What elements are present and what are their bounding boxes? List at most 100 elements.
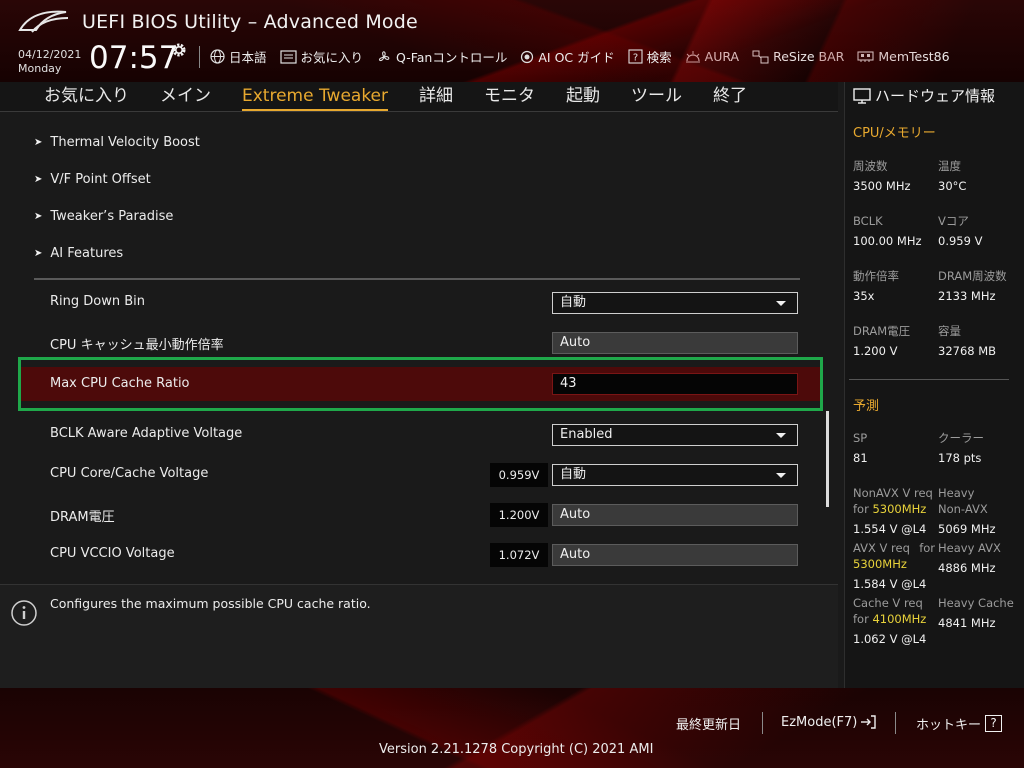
version-text: Version 2.21.1278 Copyright (C) 2021 AMI [379, 742, 654, 757]
hw-value-heavy-nonavx: 5069 MHz [938, 522, 996, 536]
submenu-arrow-icon: ➤ [34, 174, 43, 185]
dram-voltage-field[interactable]: Auto [552, 504, 798, 526]
cpu-cache-min-ratio-field[interactable]: Auto [552, 332, 798, 354]
submenu-arrow-icon: ➤ [34, 137, 43, 148]
hw-value-dram-voltage: 1.200 V [853, 344, 898, 358]
hardware-info-title-text: ハードウェア情報 [875, 87, 996, 105]
hw-value-capacity: 32768 MB [938, 344, 997, 358]
avx-label-line1: AVX V req [853, 541, 910, 555]
cpu-memory-section-title: CPU/メモリー [853, 126, 936, 141]
cache-label-line1: Cache V req [853, 596, 923, 610]
submenu-tweakers-paradise[interactable]: ➤ Tweaker’s Paradise [34, 209, 173, 224]
setting-row-cpu-vccio-voltage[interactable]: CPU VCCIO Voltage 1.072V Auto [0, 537, 820, 571]
nonavx-label-line2: for [853, 501, 869, 516]
hw-label-frequency: 周波数 [853, 159, 888, 173]
monitor-icon [853, 87, 871, 104]
cpu-core-cache-voltage-dropdown[interactable]: 自動 [552, 464, 798, 486]
toolbar-aura[interactable]: AURA [685, 49, 739, 64]
date-display: 04/12/2021 Monday [18, 48, 81, 76]
setting-label: CPU VCCIO Voltage [50, 546, 175, 561]
hw-label-nonavx-vreq: NonAVX V req for 5300MHz [853, 486, 933, 517]
cpu-vccio-voltage-field[interactable]: Auto [552, 544, 798, 566]
cpu-vccio-voltage-readout: 1.072V [490, 543, 548, 567]
tab-extreme-tweaker[interactable]: Extreme Tweaker [242, 83, 389, 111]
favorites-icon [279, 49, 297, 64]
hw-label-sp: SP [853, 431, 868, 445]
toolbar-label: お気に入り [300, 50, 364, 65]
toolbar-memtest[interactable]: MemTest86 [857, 49, 950, 64]
gear-icon[interactable] [171, 42, 187, 58]
toolbar-label: Q-Fanコントロール [396, 50, 508, 65]
toolbar-language[interactable]: 日本語 [210, 47, 267, 66]
aura-icon [685, 50, 700, 62]
toolbar-ai-oc[interactable]: AI OC ガイド [520, 47, 615, 66]
memtest-icon [857, 51, 874, 62]
hw-label-heavy-nonavx: Heavy Non-AVX [938, 486, 988, 517]
toolbar-favorites[interactable]: お気に入り [279, 47, 364, 66]
footer-separator [895, 712, 896, 734]
rog-logo-icon [18, 10, 69, 33]
submenu-ai-features[interactable]: ➤ AI Features [34, 246, 123, 261]
toolbar-search[interactable]: ? 検索 [628, 47, 672, 66]
dram-voltage-readout: 1.200V [490, 503, 548, 527]
last-modified-button[interactable]: 最終更新日 [676, 714, 741, 733]
setting-row-cpu-core-cache-voltage[interactable]: CPU Core/Cache Voltage 0.959V 自動 [0, 457, 820, 491]
toolbar-label: AURA [704, 49, 740, 64]
tab-boot[interactable]: 起動 [566, 83, 600, 111]
last-modified-label: 最終更新日 [676, 718, 742, 733]
setting-row-dram-voltage[interactable]: DRAM電圧 1.200V Auto [0, 497, 820, 531]
settings-scrollbar[interactable] [826, 411, 829, 507]
hw-label-heavy-cache: Heavy Cache [938, 596, 1014, 610]
setting-row-bclk-aware-adaptive-voltage[interactable]: BCLK Aware Adaptive Voltage Enabled [0, 417, 820, 451]
svg-text:?: ? [632, 53, 637, 64]
header-separator [199, 46, 200, 68]
submenu-label: Thermal Velocity Boost [50, 135, 200, 150]
submenu-vf-point-offset[interactable]: ➤ V/F Point Offset [34, 172, 151, 187]
hardware-info-panel: ハードウェア情報 CPU/メモリー 周波数 3500 MHz 温度 30°C B… [844, 82, 1024, 688]
submenu-arrow-icon: ➤ [34, 248, 43, 259]
date-text: 04/12/2021 [18, 48, 82, 61]
hw-label-dram-voltage: DRAM電圧 [853, 324, 911, 338]
avx-label-for: for [919, 541, 935, 555]
globe-icon [210, 49, 225, 64]
hotkeys-button[interactable]: ホットキー ? [916, 714, 1003, 733]
tab-bar: お気に入り メイン Extreme Tweaker 詳細 モニタ 起動 ツール … [44, 83, 778, 111]
dropdown-value: Enabled [560, 427, 613, 442]
tab-monitor[interactable]: モニタ [484, 83, 535, 111]
toolbar-label: 日本語 [229, 50, 267, 65]
resize-bar-icon [752, 50, 769, 64]
hw-label-dram-frequency: DRAM周波数 [938, 269, 1007, 283]
tab-exit[interactable]: 終了 [713, 83, 747, 111]
setting-row-max-cpu-cache-ratio[interactable]: Max CPU Cache Ratio 43 [20, 367, 820, 401]
bclk-aware-adaptive-voltage-dropdown[interactable]: Enabled [552, 424, 798, 446]
hw-value-bclk: 100.00 MHz [853, 234, 922, 248]
setting-row-cpu-cache-min-ratio[interactable]: CPU キャッシュ最小動作倍率 Auto [0, 325, 820, 359]
footer: 最終更新日 EzMode(F7) ホットキー ? Version 2.21.12… [0, 688, 1024, 768]
max-cpu-cache-ratio-input[interactable]: 43 [552, 373, 798, 395]
tab-advanced[interactable]: 詳細 [419, 83, 453, 111]
dropdown-value: 自動 [560, 295, 587, 310]
toolbar-resize-bar[interactable]: ReSize BAR [752, 49, 844, 64]
submenu-thermal-velocity-boost[interactable]: ➤ Thermal Velocity Boost [34, 135, 200, 150]
setting-row-ring-down-bin[interactable]: Ring Down Bin 自動 [0, 285, 820, 319]
nonavx-label-line1: NonAVX V req [853, 486, 933, 500]
dropdown-value: 自動 [560, 467, 587, 482]
tab-favorites[interactable]: お気に入り [44, 83, 129, 111]
ezmode-label: EzMode(F7) [781, 714, 858, 730]
ring-down-bin-dropdown[interactable]: 自動 [552, 292, 798, 314]
hw-label-bclk: BCLK [853, 214, 883, 228]
ezmode-button[interactable]: EzMode(F7) [781, 714, 877, 730]
exit-arrow-icon [861, 715, 877, 729]
cache-frequency: 4100MHz [872, 611, 927, 626]
tab-main[interactable]: メイン [160, 83, 211, 111]
ai-oc-icon [521, 50, 534, 63]
toolbar-qfan[interactable]: Q-Fanコントロール [376, 47, 507, 66]
hw-label-heavy-avx: Heavy AVX [938, 541, 1001, 555]
submenu-arrow-icon: ➤ [34, 211, 43, 222]
hw-label-cooler: クーラー [938, 431, 984, 445]
tab-tool[interactable]: ツール [631, 83, 682, 111]
setting-label: Max CPU Cache Ratio [50, 376, 190, 391]
info-icon [11, 600, 37, 626]
clock: 07:57 [89, 40, 179, 76]
submenu-label: V/F Point Offset [50, 172, 151, 187]
